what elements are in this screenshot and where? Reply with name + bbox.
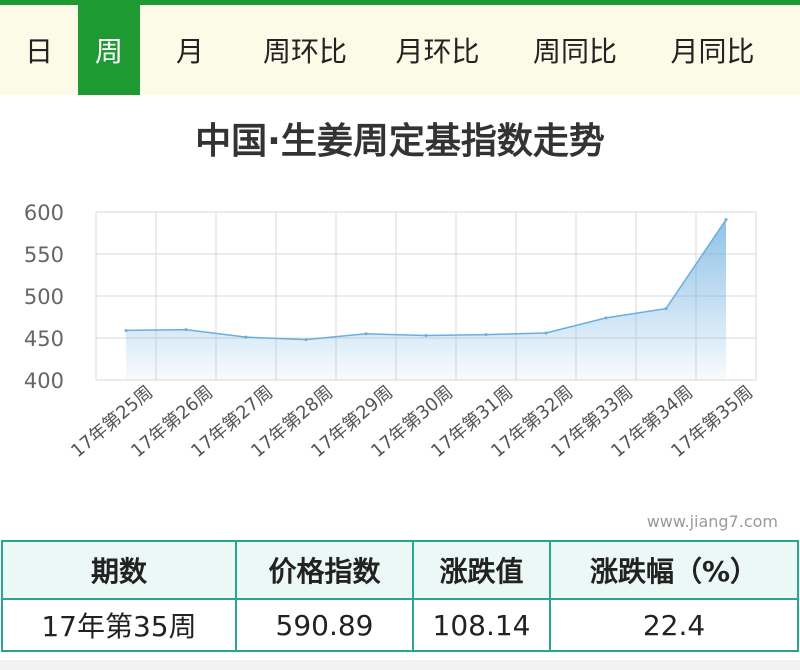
y-tick-label: 550 <box>24 243 64 267</box>
data-point <box>544 331 548 335</box>
summary-table: 期数 价格指数 涨跌值 涨跌幅（%） 17年第35周 590.89 108.14… <box>1 540 799 652</box>
period-tabs: 日 周 月 周环比 月环比 周同比 月同比 <box>0 5 800 95</box>
table-header-row: 期数 价格指数 涨跌值 涨跌幅（%） <box>1 540 799 600</box>
y-tick-label: 400 <box>24 369 64 393</box>
data-point <box>664 307 668 311</box>
tab-month[interactable]: 月 <box>140 5 240 95</box>
header-change-percent: 涨跌幅（%） <box>549 540 799 600</box>
tab-week-over-week[interactable]: 周环比 <box>240 5 370 95</box>
data-point <box>304 338 308 342</box>
data-point <box>184 328 188 332</box>
data-point <box>724 218 728 222</box>
tab-week[interactable]: 周 <box>78 5 140 95</box>
cell-change-value: 108.14 <box>412 598 551 652</box>
y-tick-label: 500 <box>24 285 64 309</box>
chart-title: 中国·生姜周定基指数走势 <box>195 121 605 162</box>
header-period: 期数 <box>1 540 237 600</box>
data-point <box>604 316 608 320</box>
cell-price-index: 590.89 <box>235 598 414 652</box>
tab-day[interactable]: 日 <box>0 5 78 95</box>
cell-period: 17年第35周 <box>1 598 237 652</box>
data-point <box>244 335 248 339</box>
data-point <box>424 333 428 337</box>
data-point <box>484 333 488 337</box>
bottom-divider <box>0 660 800 670</box>
watermark: www.jiang7.com <box>646 512 778 531</box>
index-trend-chart: 400450500550600 17年第25周17年第26周17年第27周17年… <box>24 201 757 462</box>
tab-month-year-over-year[interactable]: 月同比 <box>645 5 780 95</box>
tab-month-over-month[interactable]: 月环比 <box>370 5 505 95</box>
tab-week-year-over-year[interactable]: 周同比 <box>505 5 645 95</box>
cell-change-percent: 22.4 <box>549 598 799 652</box>
header-change-value: 涨跌值 <box>412 540 551 600</box>
y-tick-label: 450 <box>24 327 64 351</box>
y-tick-label: 600 <box>24 201 64 225</box>
header-price-index: 价格指数 <box>235 540 414 600</box>
data-point <box>124 328 128 332</box>
table-row: 17年第35周 590.89 108.14 22.4 <box>1 598 799 652</box>
data-point <box>364 332 368 336</box>
